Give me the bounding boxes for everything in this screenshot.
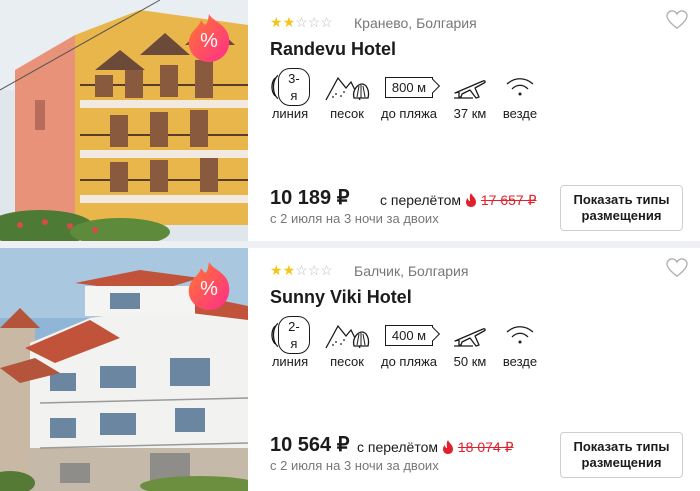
hotel-location: Кранево, Болгария xyxy=(354,15,477,31)
feature-sea-line: 3-я линия xyxy=(270,68,310,124)
flight-text: с перелётом xyxy=(380,192,461,208)
airplane-icon xyxy=(454,328,486,347)
wifi-label: везде xyxy=(502,106,538,121)
feature-airport: 37 км xyxy=(450,72,490,124)
discount-flame-icon: % xyxy=(188,14,230,62)
distance-value: 800 м xyxy=(391,79,427,95)
star-rating: ★★☆☆☆ xyxy=(270,262,333,278)
feature-sea-line: 2-я линия xyxy=(270,316,310,372)
show-room-types-button[interactable]: Показать типы размещения xyxy=(560,185,683,231)
current-price: 10 564 ₽ xyxy=(270,434,350,456)
star-icon: ☆ xyxy=(307,262,321,278)
distance-label: до пляжа xyxy=(380,354,438,369)
star-icon: ☆ xyxy=(307,14,321,30)
star-icon: ☆ xyxy=(295,14,308,30)
star-icon: ★ xyxy=(282,14,296,30)
flight-text: с перелётом xyxy=(357,439,438,455)
distance-value: 400 м xyxy=(391,327,427,343)
signpost-icon: 400 м xyxy=(384,324,434,346)
feature-wifi: везде xyxy=(498,72,542,124)
star-icon: ☆ xyxy=(320,262,333,278)
line-value: 3-я xyxy=(277,68,310,106)
star-icon: ☆ xyxy=(320,14,333,30)
fire-icon xyxy=(466,193,476,207)
airplane-icon xyxy=(454,80,486,99)
svg-text:%: % xyxy=(200,278,218,300)
old-price: 18 074 ₽ xyxy=(457,439,514,455)
star-icon: ★ xyxy=(270,262,283,278)
discount-badge: % xyxy=(183,260,235,312)
wifi-icon xyxy=(506,78,534,96)
hotel-name[interactable]: Sunny Viki Hotel xyxy=(270,286,412,308)
fire-icon xyxy=(443,440,453,454)
star-rating: ★★☆☆☆ xyxy=(270,14,333,30)
sand-shell-icon xyxy=(325,76,370,101)
distance-label: до пляжа xyxy=(380,106,438,121)
discount-badge: % xyxy=(183,12,235,64)
hotel-features: 3-я линия песок 800 м до пляжа 37 км вез… xyxy=(270,68,570,124)
line-label: линия xyxy=(271,106,309,121)
signpost-icon: 800 м xyxy=(384,76,434,98)
feature-beach: песок xyxy=(322,72,372,124)
heart-icon[interactable] xyxy=(666,258,688,278)
trip-dates: с 2 июля на 3 ночи за двоих xyxy=(270,458,439,473)
old-price: 17 657 ₽ xyxy=(480,192,537,208)
discount-flame-icon: % xyxy=(188,262,230,310)
airport-distance: 37 км xyxy=(453,106,487,121)
trip-dates: с 2 июля на 3 ночи за двоих xyxy=(270,211,439,226)
hotel-card[interactable]: % ★★☆☆☆ Кранево, Болгария Randevu Hotel … xyxy=(0,0,700,241)
hotel-location: Балчик, Болгария xyxy=(354,263,469,279)
current-price: 10 189 ₽ xyxy=(270,187,350,209)
feature-beach: песок xyxy=(322,320,372,372)
beach-label: песок xyxy=(330,354,364,369)
wifi-label: везде xyxy=(502,354,538,369)
wifi-icon xyxy=(506,326,534,344)
sand-shell-icon xyxy=(325,324,370,349)
line-label: линия xyxy=(271,354,309,369)
line-value: 2-я xyxy=(277,316,310,354)
hotel-name[interactable]: Randevu Hotel xyxy=(270,38,396,60)
price-note: с перелётом 18 074 ₽ xyxy=(357,439,514,455)
price-note: с перелётом 17 657 ₽ xyxy=(380,192,537,208)
feature-airport: 50 км xyxy=(450,320,490,372)
beach-label: песок xyxy=(330,106,364,121)
hotel-card[interactable]: % ★★☆☆☆ Балчик, Болгария Sunny Viki Hote… xyxy=(0,248,700,491)
star-icon: ★ xyxy=(270,14,283,30)
hotel-features: 2-я линия песок 400 м до пляжа 50 км вез… xyxy=(270,316,570,372)
feature-wifi: везде xyxy=(498,320,542,372)
feature-distance: 400 м до пляжа xyxy=(378,320,440,372)
show-room-types-button[interactable]: Показать типы размещения xyxy=(560,432,683,478)
star-icon: ☆ xyxy=(295,262,308,278)
feature-distance: 800 м до пляжа xyxy=(378,72,440,124)
heart-icon[interactable] xyxy=(666,10,688,30)
star-icon: ★ xyxy=(282,262,296,278)
svg-text:%: % xyxy=(200,30,218,52)
airport-distance: 50 км xyxy=(453,354,487,369)
